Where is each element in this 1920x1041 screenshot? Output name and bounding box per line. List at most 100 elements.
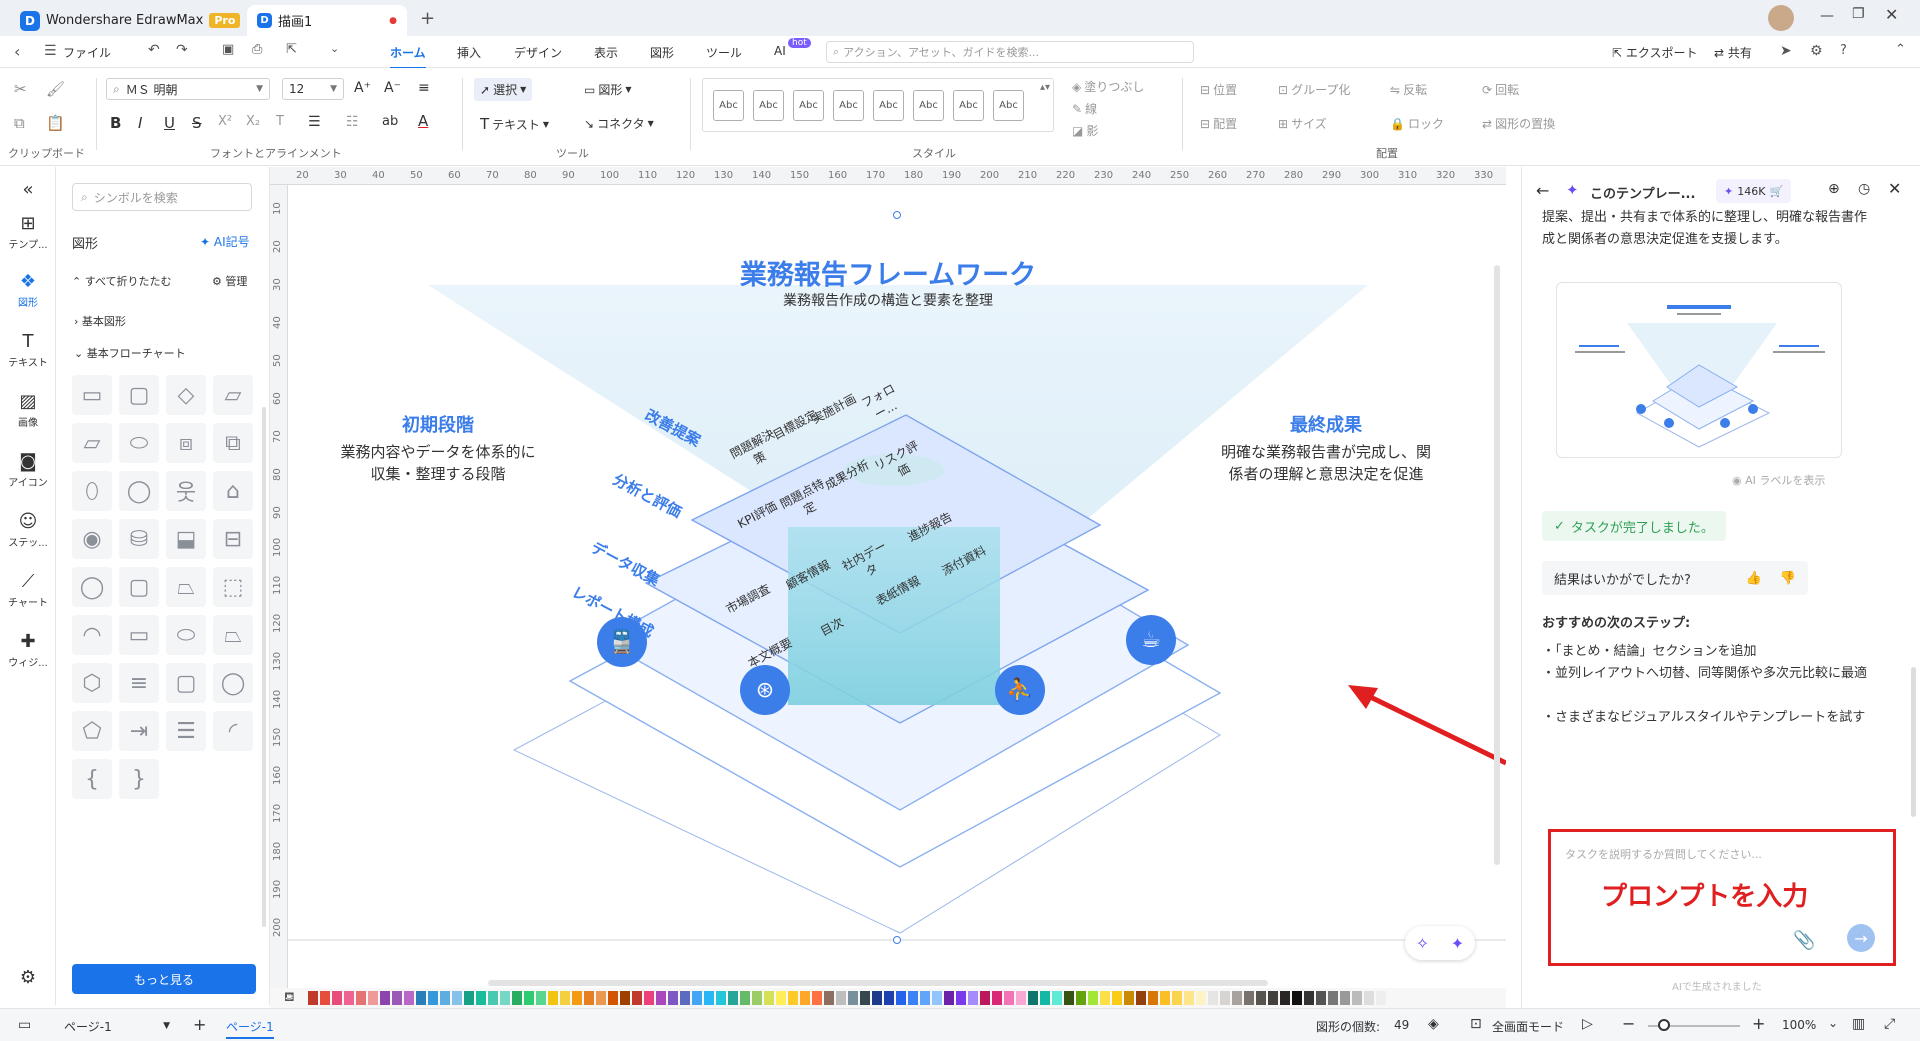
- color-swatch[interactable]: [668, 991, 678, 1005]
- style-swatch[interactable]: Abc: [753, 90, 784, 121]
- flowchart-shape-tile[interactable]: ⬭: [166, 615, 206, 655]
- color-swatch[interactable]: [1316, 991, 1326, 1005]
- flowchart-shape-tile[interactable]: ⬯: [72, 471, 112, 511]
- color-swatch[interactable]: [1352, 991, 1362, 1005]
- chevron-down-icon[interactable]: ⌄: [1828, 1016, 1838, 1030]
- color-swatch[interactable]: [308, 991, 318, 1005]
- text-style-icon[interactable]: ab: [382, 114, 398, 129]
- color-swatch[interactable]: [1292, 991, 1302, 1005]
- fill-button[interactable]: ◈ 塗りつぶし: [1072, 78, 1144, 95]
- line-button[interactable]: ✎ 線: [1072, 100, 1097, 117]
- back-icon[interactable]: ‹: [14, 42, 20, 61]
- flowchart-shape-tile[interactable]: {: [72, 759, 112, 799]
- add-page-icon[interactable]: +: [193, 1015, 206, 1034]
- flowchart-shape-tile[interactable]: ⏢: [213, 615, 253, 655]
- color-swatch[interactable]: [440, 991, 450, 1005]
- color-swatch[interactable]: [884, 991, 894, 1005]
- color-swatch[interactable]: [1244, 991, 1254, 1005]
- color-swatch[interactable]: [1028, 991, 1038, 1005]
- color-swatch[interactable]: [380, 991, 390, 1005]
- expand-icon[interactable]: ⤢: [1884, 1016, 1895, 1032]
- subscript-icon[interactable]: X₂: [246, 114, 260, 129]
- group-button[interactable]: ⊡ グループ化: [1278, 81, 1350, 98]
- flowchart-shape-tile[interactable]: ◇: [166, 375, 206, 415]
- undo-icon[interactable]: ↶: [148, 42, 160, 58]
- color-swatch[interactable]: [596, 991, 606, 1005]
- color-swatch[interactable]: [1016, 991, 1026, 1005]
- canvas-horizontal-scrollbar[interactable]: [488, 980, 1268, 986]
- position-button[interactable]: ⊟ 位置: [1200, 81, 1237, 98]
- italic-icon[interactable]: I: [138, 114, 142, 132]
- color-swatch[interactable]: [512, 991, 522, 1005]
- thumbs-down-icon[interactable]: 👎: [1780, 571, 1796, 586]
- color-swatch[interactable]: [1220, 991, 1230, 1005]
- color-swatch[interactable]: [632, 991, 642, 1005]
- bullet-list-icon[interactable]: ☷: [346, 114, 359, 130]
- color-swatch[interactable]: [548, 991, 558, 1005]
- more-shapes-button[interactable]: もっと見る: [72, 964, 256, 994]
- sidebar-item-stickers[interactable]: ☺ ステッ...: [0, 511, 56, 549]
- flowchart-shape-tile[interactable]: ▭: [119, 615, 159, 655]
- color-swatch[interactable]: [1124, 991, 1134, 1005]
- connector-tool[interactable]: ↘ コネクタ ▼: [584, 115, 654, 132]
- flowchart-shape-tile[interactable]: ⬡: [72, 663, 112, 703]
- settings-icon[interactable]: ⚙: [1810, 43, 1823, 59]
- color-swatch[interactable]: [716, 991, 726, 1005]
- align-icon[interactable]: ≡: [418, 80, 430, 96]
- color-swatch[interactable]: [944, 991, 954, 1005]
- color-swatch[interactable]: [740, 991, 750, 1005]
- color-swatch[interactable]: [704, 991, 714, 1005]
- cut-icon[interactable]: ✂: [14, 80, 27, 98]
- color-swatch[interactable]: [1160, 991, 1170, 1005]
- color-swatch[interactable]: [860, 991, 870, 1005]
- file-menu[interactable]: ファイル: [63, 44, 111, 61]
- category-basic-shapes[interactable]: › 基本図形: [74, 313, 126, 329]
- manage-button[interactable]: ⚙ 管理: [212, 273, 247, 289]
- flowchart-shape-tile[interactable]: ▢: [119, 375, 159, 415]
- page-select[interactable]: ページ-1 ▼: [60, 1015, 170, 1037]
- customize-icon[interactable]: ⌄: [330, 42, 339, 55]
- zoom-slider-handle[interactable]: [1658, 1019, 1670, 1031]
- strike-icon[interactable]: S: [192, 114, 202, 132]
- color-swatch[interactable]: [476, 991, 486, 1005]
- style-swatch[interactable]: Abc: [953, 90, 984, 121]
- flowchart-shape-tile[interactable]: ⛁: [119, 519, 159, 559]
- color-swatch[interactable]: [1328, 991, 1338, 1005]
- panel-scrollbar[interactable]: [262, 407, 266, 927]
- close-icon[interactable]: ✕: [1885, 5, 1898, 24]
- canvas-vertical-scrollbar[interactable]: [1494, 265, 1500, 865]
- font-size-select[interactable]: 12 ▼: [282, 78, 344, 100]
- history-icon[interactable]: ◷: [1858, 181, 1870, 197]
- color-swatch[interactable]: [536, 991, 546, 1005]
- print-icon[interactable]: ⎙: [252, 42, 262, 57]
- flowchart-shape-tile[interactable]: ◯: [119, 471, 159, 511]
- gallery-scroll-icon[interactable]: ▴▾: [1040, 82, 1050, 93]
- color-swatch[interactable]: [920, 991, 930, 1005]
- font-family-select[interactable]: ⌕ ＭＳ 明朝 ▼: [106, 78, 270, 100]
- fit-page-icon[interactable]: ⊡: [1470, 1016, 1482, 1032]
- collapse-ribbon-icon[interactable]: ⌃: [1895, 42, 1906, 57]
- format-painter-icon[interactable]: 🖌: [46, 80, 65, 98]
- color-swatch[interactable]: [968, 991, 978, 1005]
- color-swatch[interactable]: [500, 991, 510, 1005]
- flowchart-shape-tile[interactable]: ⬠: [72, 711, 112, 751]
- minimize-icon[interactable]: —: [1820, 8, 1834, 24]
- page-tab[interactable]: ページ-1: [226, 1018, 274, 1039]
- zoom-out-icon[interactable]: −: [1622, 1014, 1635, 1033]
- color-swatch[interactable]: [524, 991, 534, 1005]
- color-swatch[interactable]: [1076, 991, 1086, 1005]
- flowchart-shape-tile[interactable]: 웃: [166, 471, 206, 511]
- new-chat-icon[interactable]: ⊕: [1828, 181, 1840, 197]
- color-swatch[interactable]: [788, 991, 798, 1005]
- color-swatch[interactable]: [416, 991, 426, 1005]
- redo-icon[interactable]: ↷: [176, 42, 188, 58]
- color-swatch[interactable]: [836, 991, 846, 1005]
- sidebar-item-widgets[interactable]: ✚ ウィジ...: [0, 631, 56, 669]
- flowchart-shape-tile[interactable]: ⏢: [166, 567, 206, 607]
- color-swatch[interactable]: [464, 991, 474, 1005]
- color-swatch[interactable]: [848, 991, 858, 1005]
- color-swatch[interactable]: [692, 991, 702, 1005]
- paste-icon[interactable]: 📋: [46, 114, 65, 132]
- color-swatch[interactable]: [980, 991, 990, 1005]
- color-swatch[interactable]: [956, 991, 966, 1005]
